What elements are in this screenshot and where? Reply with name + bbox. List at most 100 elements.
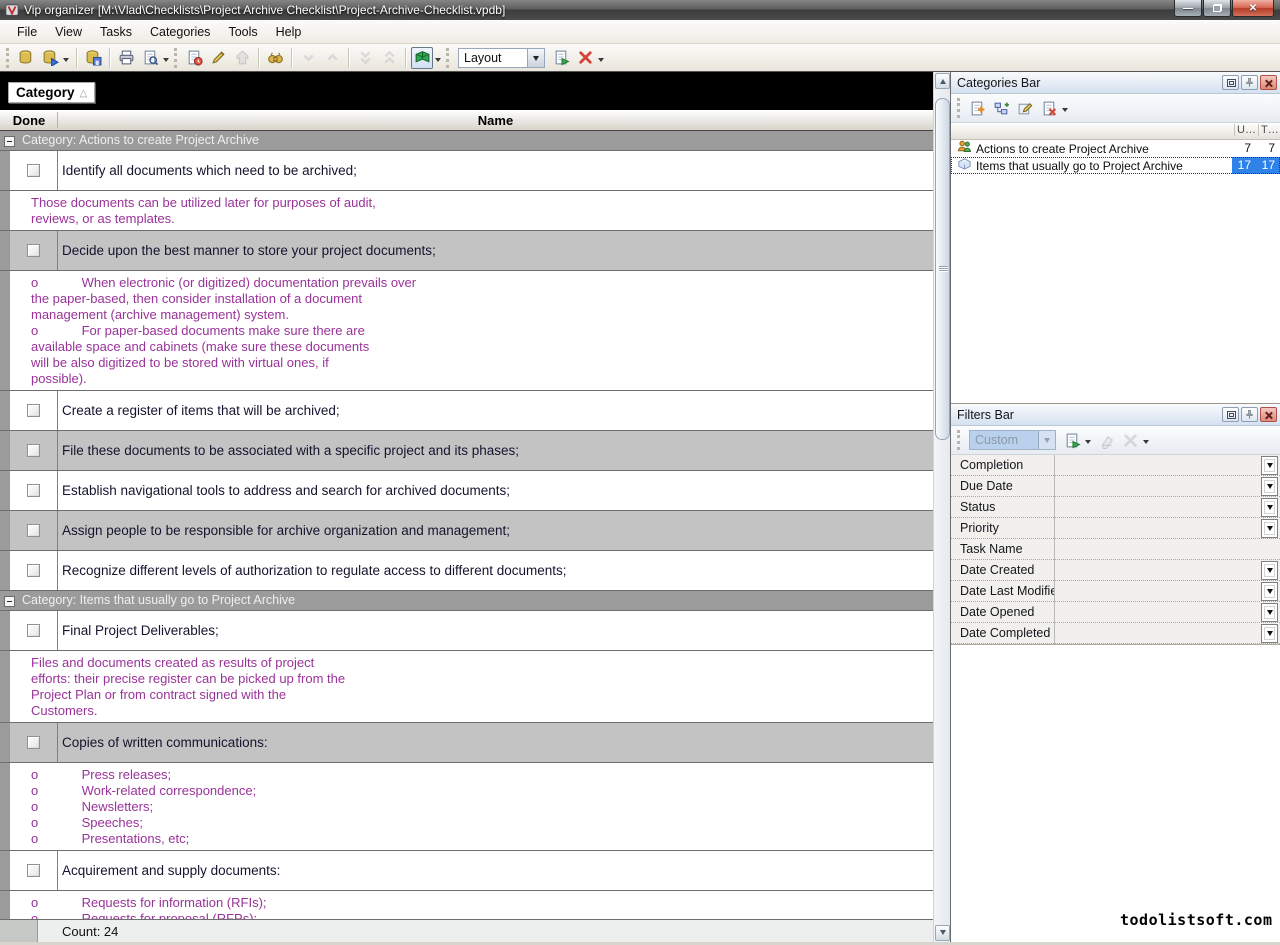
toolbar-drag-handle[interactable] xyxy=(446,48,449,68)
apply-filter-icon[interactable] xyxy=(1061,429,1083,451)
filter-value-field[interactable] xyxy=(1055,455,1261,476)
task-row[interactable]: Decide upon the best manner to store you… xyxy=(0,231,933,271)
categories-pin-button[interactable] xyxy=(1241,75,1258,90)
column-header-done[interactable]: Done xyxy=(0,113,58,128)
dropdown-button[interactable] xyxy=(1261,603,1278,622)
menu-item-tools[interactable]: Tools xyxy=(219,22,266,42)
chevron-down-icon[interactable] xyxy=(1062,108,1068,115)
close-button[interactable]: ✕ xyxy=(1232,0,1274,17)
toolbar-drag-handle[interactable] xyxy=(174,48,177,68)
dropdown-button[interactable] xyxy=(1261,498,1278,517)
collapse-icon[interactable] xyxy=(4,596,15,607)
filters-restore-button[interactable] xyxy=(1222,407,1239,422)
filter-value-field[interactable] xyxy=(1055,581,1261,602)
done-checkbox[interactable] xyxy=(27,484,40,497)
delete-layout-icon[interactable] xyxy=(574,47,596,69)
scrollbar-thumb[interactable] xyxy=(935,98,950,440)
task-row[interactable]: Identify all documents which need to be … xyxy=(0,151,933,191)
task-row[interactable]: File these documents to be associated wi… xyxy=(0,431,933,471)
edit-category-icon[interactable] xyxy=(1014,97,1036,119)
total-column-header[interactable]: T… xyxy=(1258,124,1280,136)
layout-combo[interactable]: Layout xyxy=(458,48,545,68)
add-subcategory-icon[interactable] xyxy=(990,97,1012,119)
column-header-name[interactable]: Name xyxy=(58,113,933,128)
filter-value-field[interactable] xyxy=(1055,539,1280,560)
uncompleted-column-header[interactable]: U… xyxy=(1234,124,1256,136)
chevron-down-icon[interactable] xyxy=(63,58,69,65)
filters-pin-button[interactable] xyxy=(1241,407,1258,422)
done-checkbox[interactable] xyxy=(27,564,40,577)
group-header-row[interactable]: Category: Items that usually go to Proje… xyxy=(0,591,933,611)
menu-item-view[interactable]: View xyxy=(46,22,91,42)
filter-value-field[interactable] xyxy=(1055,560,1261,581)
group-indent xyxy=(0,651,10,722)
done-checkbox[interactable] xyxy=(27,624,40,637)
task-row[interactable]: Establish navigational tools to address … xyxy=(0,471,933,511)
done-checkbox[interactable] xyxy=(27,164,40,177)
done-checkbox[interactable] xyxy=(27,444,40,457)
filter-value-field[interactable] xyxy=(1055,497,1261,518)
task-row[interactable]: Assign people to be responsible for arch… xyxy=(0,511,933,551)
menu-item-categories[interactable]: Categories xyxy=(141,22,219,42)
new-database-icon[interactable] xyxy=(15,47,37,69)
find-icon[interactable] xyxy=(264,47,286,69)
filter-value-field[interactable] xyxy=(1055,476,1261,497)
new-task-icon[interactable] xyxy=(183,47,205,69)
filter-value-field[interactable] xyxy=(1055,518,1261,539)
chevron-down-icon[interactable] xyxy=(527,49,544,67)
done-checkbox[interactable] xyxy=(27,244,40,257)
chevron-down-icon[interactable] xyxy=(163,58,169,65)
done-checkbox[interactable] xyxy=(27,864,40,877)
done-checkbox[interactable] xyxy=(27,736,40,749)
task-row[interactable]: Final Project Deliverables; xyxy=(0,611,933,651)
dropdown-button[interactable] xyxy=(1261,624,1278,643)
group-header-row[interactable]: Category: Actions to create Project Arch… xyxy=(0,131,933,151)
done-cell xyxy=(10,391,58,430)
filter-value-field[interactable] xyxy=(1055,623,1261,644)
task-row[interactable]: Acquirement and supply documents: xyxy=(0,851,933,891)
toolbar-overflow-icon[interactable] xyxy=(598,58,604,65)
toolbar-overflow-icon[interactable] xyxy=(1143,440,1149,447)
menu-item-tasks[interactable]: Tasks xyxy=(91,22,141,42)
scroll-down-button[interactable] xyxy=(935,925,950,941)
toolbar-drag-handle[interactable] xyxy=(957,430,960,450)
chevron-down-icon[interactable] xyxy=(1085,440,1091,447)
menu-item-help[interactable]: Help xyxy=(267,22,311,42)
menu-item-file[interactable]: File xyxy=(8,22,46,42)
filter-value-field[interactable] xyxy=(1055,602,1261,623)
toolbar-drag-handle[interactable] xyxy=(6,48,9,68)
print-preview-icon[interactable] xyxy=(139,47,161,69)
restore-button[interactable] xyxy=(1203,0,1231,17)
dropdown-button[interactable] xyxy=(1261,519,1278,538)
dropdown-button[interactable] xyxy=(1261,456,1278,475)
group-by-chip-label: Category xyxy=(16,85,75,100)
main-scrollbar[interactable] xyxy=(933,72,950,942)
group-by-chip-category[interactable]: Category △ xyxy=(8,82,95,103)
delete-category-icon[interactable] xyxy=(1038,97,1060,119)
categories-close-button[interactable] xyxy=(1260,75,1277,90)
notes-view-icon[interactable] xyxy=(411,47,433,69)
categories-restore-button[interactable] xyxy=(1222,75,1239,90)
collapse-icon[interactable] xyxy=(4,136,15,147)
dropdown-button[interactable] xyxy=(1261,561,1278,580)
open-database-icon[interactable] xyxy=(39,47,61,69)
save-database-icon[interactable] xyxy=(82,47,104,69)
scroll-up-button[interactable] xyxy=(935,73,950,89)
toolbar-drag-handle[interactable] xyxy=(957,98,960,118)
task-row[interactable]: Recognize different levels of authorizat… xyxy=(0,551,933,591)
dropdown-button[interactable] xyxy=(1261,582,1278,601)
done-checkbox[interactable] xyxy=(27,524,40,537)
minimize-button[interactable]: — xyxy=(1174,0,1202,17)
category-item[interactable]: Items that usually go to Project Archive… xyxy=(951,157,1280,174)
category-item[interactable]: Actions to create Project Archive77 xyxy=(951,140,1280,157)
dropdown-button[interactable] xyxy=(1261,477,1278,496)
filters-close-button[interactable] xyxy=(1260,407,1277,422)
print-icon[interactable] xyxy=(115,47,137,69)
task-row[interactable]: Copies of written communications: xyxy=(0,723,933,763)
task-row[interactable]: Create a register of items that will be … xyxy=(0,391,933,431)
apply-layout-icon[interactable] xyxy=(550,47,572,69)
add-category-icon[interactable] xyxy=(966,97,988,119)
done-checkbox[interactable] xyxy=(27,404,40,417)
edit-task-icon[interactable] xyxy=(207,47,229,69)
chevron-down-icon[interactable] xyxy=(435,58,441,65)
